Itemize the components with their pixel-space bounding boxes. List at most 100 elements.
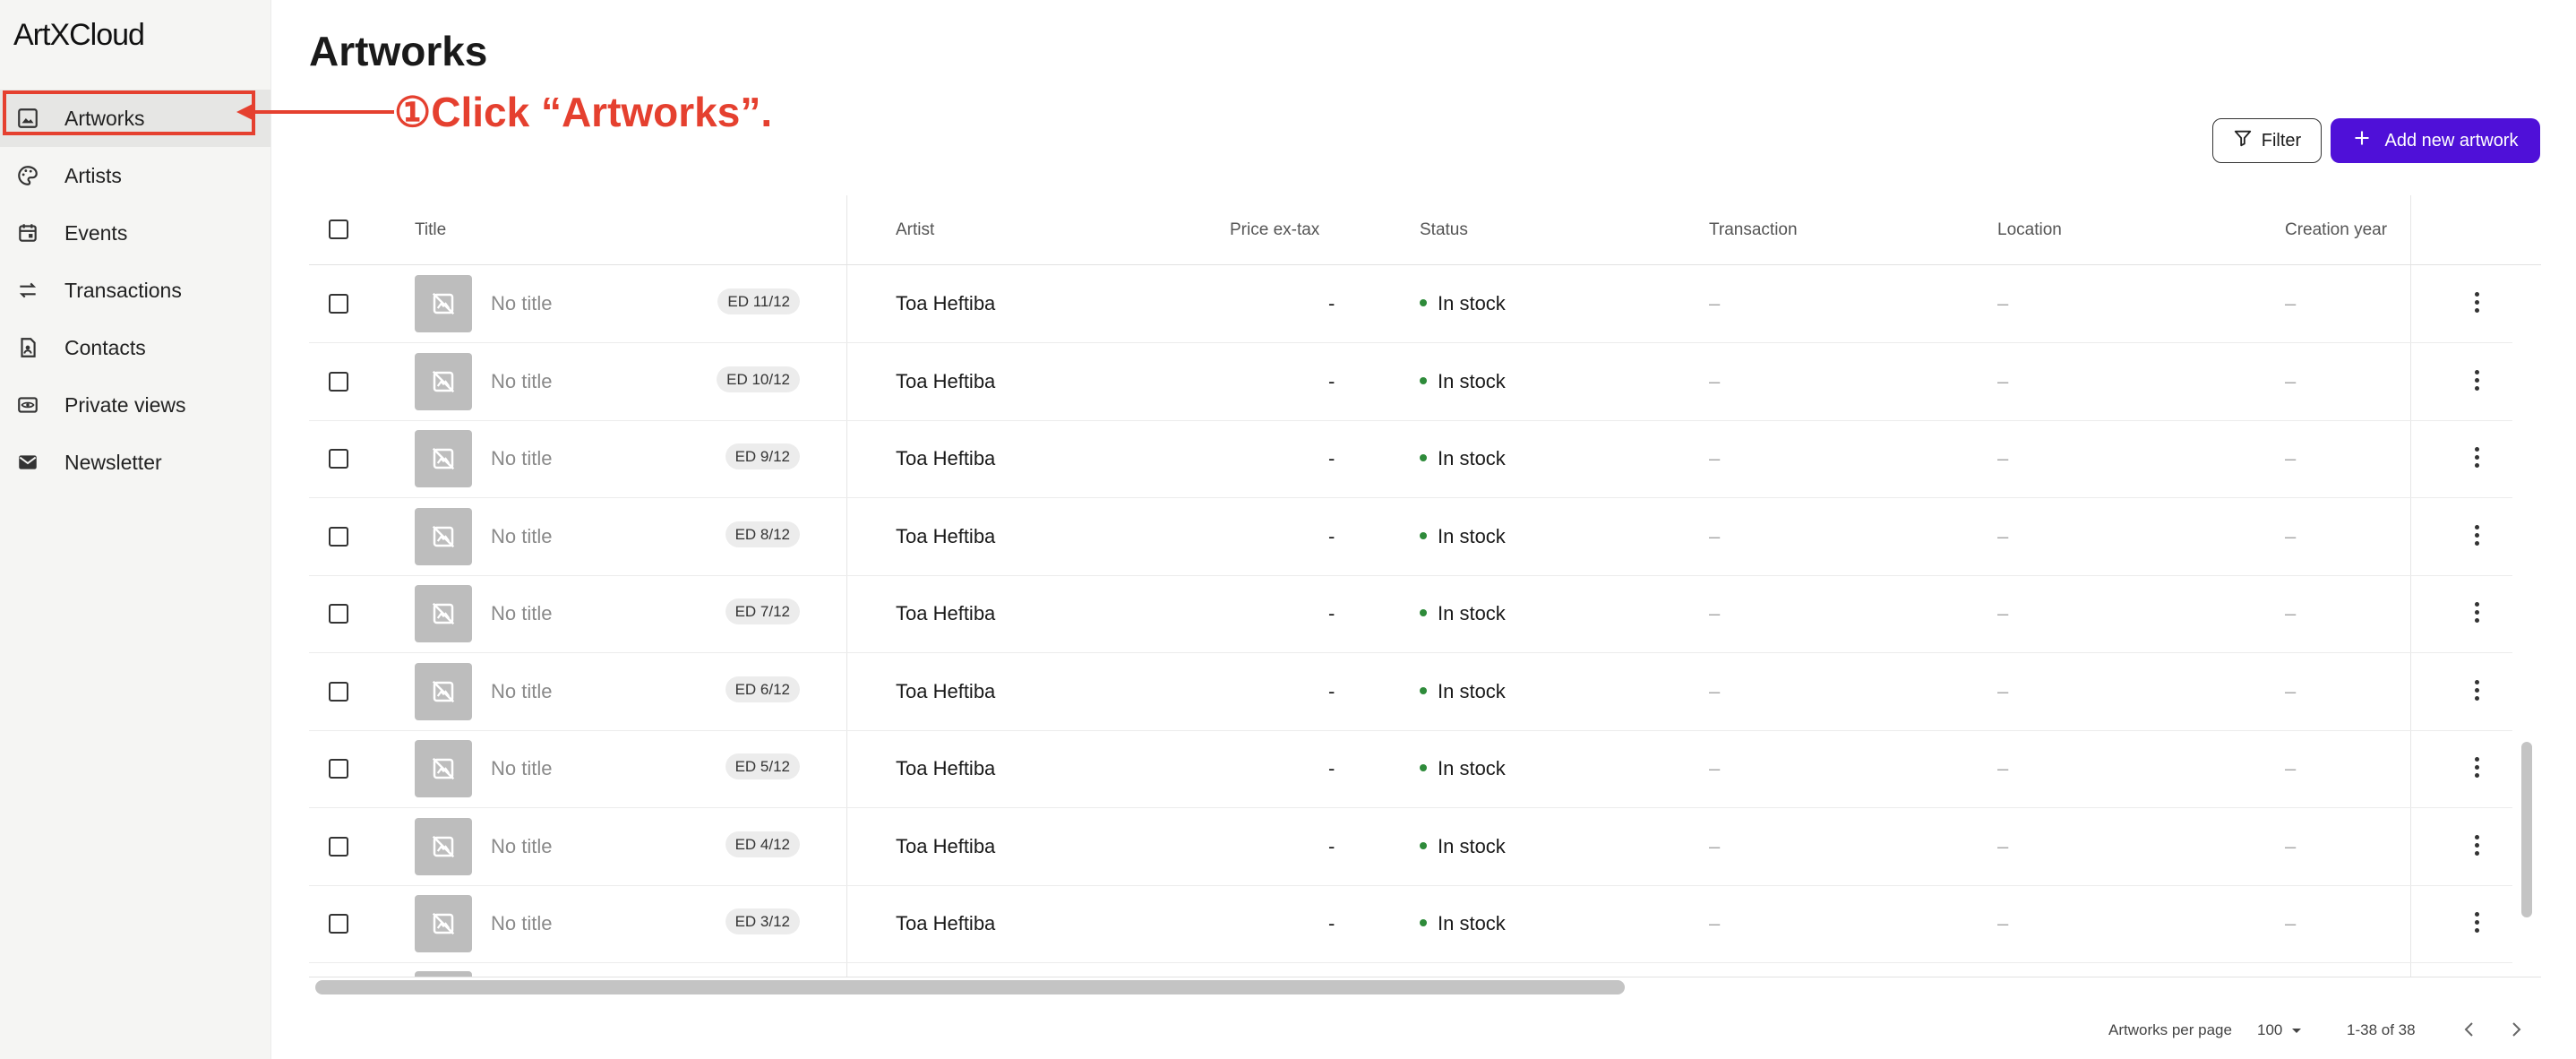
column-header-price[interactable]: Price ex-tax [1230,220,1319,240]
creation-year-value: – [2285,834,2297,857]
more-vertical-icon [2466,912,2487,933]
column-header-title[interactable]: Title [415,220,446,240]
sidebar: ArtXCloud Artworks Artists Events Transa… [0,0,271,1059]
table-row[interactable]: No title ED 7/12 Toa Heftiba - In stock – – – [309,575,2512,653]
artwork-title[interactable]: No title [491,292,552,315]
mail-icon [14,449,41,476]
creation-year-value: – [2285,292,2297,314]
row-checkbox[interactable] [329,526,348,547]
artwork-title[interactable]: No title [491,370,552,393]
location-value: – [1997,912,2009,934]
artwork-title[interactable]: No title [491,912,552,935]
artwork-thumbnail[interactable] [415,507,472,565]
column-header-status[interactable]: Status [1420,220,1468,240]
artwork-thumbnail[interactable] [415,352,472,410]
location-value: – [1997,524,2009,547]
creation-year-value: – [2285,369,2297,392]
artwork-thumbnail[interactable] [415,895,472,952]
table-row[interactable]: No title ED 11/12 Toa Heftiba - In stock – – – [309,265,2512,343]
artwork-title[interactable]: No title [491,757,552,780]
row-checkbox[interactable] [329,604,348,624]
status-cell: In stock [1420,835,1506,858]
artwork-thumbnail[interactable] [415,585,472,642]
sidebar-item-private-views[interactable]: Private views [0,376,270,434]
next-page-button[interactable] [2503,1016,2529,1043]
price-value: - [1328,524,1335,547]
artwork-title[interactable]: No title [491,525,552,548]
artwork-title[interactable]: No title [491,602,552,625]
image-off-icon [432,680,455,702]
table-row[interactable]: No title ED 9/12 Toa Heftiba - In stock – – – [309,420,2512,498]
horizontal-scrollbar[interactable] [315,980,1625,994]
status-cell: In stock [1420,447,1506,470]
table-row[interactable]: No title ED 5/12 Toa Heftiba - In stock – – – [309,730,2512,808]
artist-name[interactable]: Toa Heftiba [896,912,995,935]
row-checkbox[interactable] [329,836,348,857]
row-actions-button[interactable] [2466,912,2487,933]
artwork-thumbnail[interactable] [415,817,472,875]
column-header-location[interactable]: Location [1997,220,2062,240]
row-checkbox[interactable] [329,759,348,779]
table-row[interactable]: No title ED 3/12 Toa Heftiba - In stock – – – [309,885,2512,963]
row-actions-button[interactable] [2466,757,2487,778]
swap-arrows-icon [14,277,41,304]
artist-name[interactable]: Toa Heftiba [896,525,995,548]
sidebar-item-artworks[interactable]: Artworks [0,90,270,147]
row-checkbox[interactable] [329,681,348,702]
previous-page-button[interactable] [2456,1016,2483,1043]
row-checkbox[interactable] [329,914,348,934]
artwork-thumbnail[interactable] [415,275,472,332]
table-row[interactable]: No title ED 10/12 Toa Heftiba - In stock – – – [309,343,2512,421]
filter-button[interactable]: Filter [2212,118,2322,163]
row-checkbox[interactable] [329,371,348,392]
per-page-select[interactable]: 100 [2257,1021,2302,1039]
row-actions-button[interactable] [2466,834,2487,856]
row-checkbox[interactable] [329,294,348,314]
artwork-title[interactable]: No title [491,680,552,703]
row-actions-button[interactable] [2466,369,2487,391]
sidebar-item-transactions[interactable]: Transactions [0,262,270,319]
edition-badge: ED 3/12 [725,908,800,934]
sidebar-item-newsletter[interactable]: Newsletter [0,434,270,491]
artwork-thumbnail[interactable] [415,430,472,487]
row-actions-button[interactable] [2466,292,2487,313]
edition-label: ED 7/12 [725,598,800,624]
status-label: In stock [1438,679,1506,702]
artwork-title[interactable]: No title [491,835,552,858]
table-row[interactable]: No title ED 6/12 Toa Heftiba - In stock – – – [309,653,2512,731]
row-actions-button[interactable] [2466,447,2487,468]
status-label: In stock [1438,602,1506,624]
artist-name[interactable]: Toa Heftiba [896,757,995,780]
table-row[interactable]: No title ED 8/12 Toa Heftiba - In stock – – – [309,498,2512,576]
artist-name[interactable]: Toa Heftiba [896,447,995,470]
row-actions-button[interactable] [2466,679,2487,701]
artwork-thumbnail[interactable] [415,740,472,797]
artwork-thumbnail[interactable] [415,662,472,720]
add-artwork-label: Add new artwork [2384,130,2519,151]
artist-name[interactable]: Toa Heftiba [896,292,995,315]
app-logo: ArtXCloud [13,18,145,52]
status-label: In stock [1438,447,1506,469]
table-row[interactable]: No title ED 4/12 Toa Heftiba - In stock – – – [309,808,2512,886]
column-header-transaction[interactable]: Transaction [1709,220,1798,240]
artwork-title[interactable]: No title [491,447,552,470]
sidebar-item-artists[interactable]: Artists [0,147,270,204]
sidebar-item-contacts[interactable]: Contacts [0,319,270,376]
sidebar-item-events[interactable]: Events [0,204,270,262]
artist-name[interactable]: Toa Heftiba [896,370,995,393]
per-page-value: 100 [2257,1021,2283,1038]
add-new-artwork-button[interactable]: Add new artwork [2331,118,2540,163]
artist-name[interactable]: Toa Heftiba [896,602,995,625]
artist-name[interactable]: Toa Heftiba [896,680,995,703]
vertical-scrollbar[interactable] [2521,742,2532,917]
artist-name[interactable]: Toa Heftiba [896,835,995,858]
edition-label: ED 8/12 [725,521,800,547]
edition-badge: ED 9/12 [725,443,800,469]
select-all-checkbox[interactable] [329,220,348,239]
status-dot [1420,841,1427,849]
column-header-artist[interactable]: Artist [896,220,934,240]
row-checkbox[interactable] [329,449,348,469]
row-actions-button[interactable] [2466,524,2487,546]
column-header-creation-year[interactable]: Creation year [2285,220,2387,240]
row-actions-button[interactable] [2466,602,2487,623]
